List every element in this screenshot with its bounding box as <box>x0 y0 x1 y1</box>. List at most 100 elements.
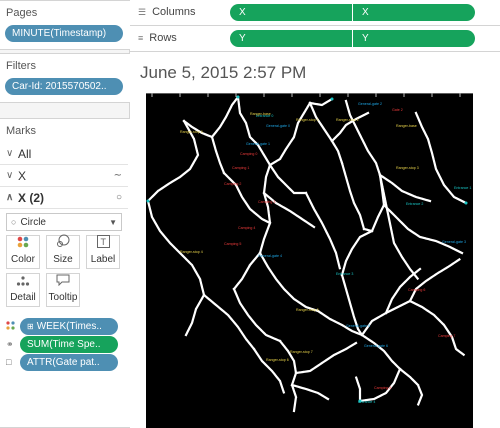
tooltip-button[interactable]: Tooltip <box>46 273 80 307</box>
size-small-icon: ⚭ <box>6 338 14 349</box>
circle-mark-icon: ○ <box>115 192 122 203</box>
map-location-label: Gate 2 <box>392 108 403 112</box>
chevron-up-icon: ∧ <box>6 192 14 203</box>
map-location-label: General-gate 4 <box>258 254 282 258</box>
chevron-down-icon: ∨ <box>6 170 14 181</box>
label-button[interactable]: T Label <box>86 235 120 269</box>
map-location-label: Entrance 4 <box>358 400 375 404</box>
filters-title: Filters <box>6 60 36 72</box>
map-location-label: Entrance 2 <box>406 202 423 206</box>
map-location-label: Ranger-stop 6 <box>266 358 289 362</box>
left-panel: Pages MINUTE(Timestamp) Filters Car-Id: … <box>0 0 130 428</box>
marks-x2-label: X (2) <box>18 190 45 205</box>
marks-all-label: All <box>18 146 32 161</box>
line-mark-icon: ∼ <box>113 170 122 181</box>
detail-button[interactable]: Detail <box>6 273 40 307</box>
map-location-label: General-gate 0 <box>266 124 290 128</box>
size-button-label: Size <box>53 254 73 265</box>
map-location-label: Ranger-stop 2 <box>336 118 359 122</box>
map-location-label: Camping 2 <box>224 182 241 186</box>
columns-label-text: Columns <box>152 6 196 18</box>
color-button[interactable]: Color <box>6 235 40 269</box>
map-location-label: General-gate 2 <box>358 102 382 106</box>
columns-pill-x1[interactable]: X <box>230 4 352 21</box>
sum-time-spent-pill[interactable]: SUM(Time Spe.. <box>20 335 118 353</box>
svg-text:T: T <box>100 237 106 247</box>
map-location-label: General-gate 6 <box>364 344 388 348</box>
map-location-label: Ranger-stop 7 <box>290 350 313 354</box>
rows-pill-y1[interactable]: Y <box>230 30 352 47</box>
map-location-label: Camping 6 <box>408 288 425 292</box>
color-button-label: Color <box>11 254 35 265</box>
map-location-label: Ranger-stop 0 <box>180 130 203 134</box>
map-location-label: Entrance 3 <box>336 272 353 276</box>
map-location-label: Camping 3 <box>258 200 275 204</box>
chevron-down-icon: ∨ <box>6 148 14 159</box>
marks-x-label: X <box>18 168 27 183</box>
marks-x2-row[interactable]: ∧ X (2) ○ <box>0 187 128 209</box>
size-icon <box>56 234 70 251</box>
map-location-label: Ranger-stop 1 <box>296 118 319 122</box>
map-label-layer: Entrance 0General-gate 0Ranger-stop 0Ran… <box>180 102 471 404</box>
map-location-label: Ranger-base <box>250 112 271 116</box>
detail-button-label: Detail <box>10 292 36 303</box>
rows-pill-y2[interactable]: Y <box>353 30 475 47</box>
size-button[interactable]: Size <box>46 234 80 269</box>
color-field-row[interactable]: ⊞ WEEK(Times.. <box>6 317 118 335</box>
plus-box-icon: ⊞ <box>27 321 34 331</box>
attr-gate-path-pill[interactable]: ATTR(Gate pat.. <box>20 353 118 371</box>
color-dots-small-icon <box>6 320 20 332</box>
week-timestamp-pill[interactable]: ⊞ WEEK(Times.. <box>20 317 118 335</box>
pages-title: Pages <box>6 7 38 19</box>
map-location-label: Camping 8 <box>374 386 391 390</box>
map-location-label: General-gate 1 <box>246 142 270 146</box>
marks-x-row[interactable]: ∨ X ∼ <box>0 165 128 187</box>
mark-type-dropdown[interactable]: ○ Circle ▼ <box>6 213 122 231</box>
label-button-label: Label <box>90 254 116 265</box>
columns-label: ☰ Columns <box>138 6 195 18</box>
map-location-label: General-gate 5 <box>346 324 370 328</box>
map-location-label: Ranger-stop 4 <box>180 250 203 254</box>
map-location-label: Camping 1 <box>232 166 249 170</box>
top-axis-ticks <box>146 93 473 97</box>
rows-shelf: ≡ Rows Y Y <box>130 26 500 52</box>
size-field-row[interactable]: ⚭ SUM(Time Spe.. <box>6 335 118 353</box>
rows-icon: ≡ <box>138 33 144 43</box>
detail-dots-icon <box>16 275 30 289</box>
tooltip-field-row[interactable]: □ ATTR(Gate pat.. <box>6 353 118 371</box>
map-location-label: Camping 0 <box>240 152 257 156</box>
filters-card: Filters Car-Id: 2015570502.. <box>0 53 130 103</box>
filter-pill[interactable]: Car-Id: 2015570502.. <box>5 78 123 95</box>
rows-label-text: Rows <box>149 32 177 44</box>
rows-label: ≡ Rows <box>138 32 177 44</box>
view-title: June 5, 2015 2:57 PM <box>140 63 307 82</box>
map-location-label: General-gate 3 <box>442 240 466 244</box>
mark-type-value: Circle <box>20 216 46 228</box>
map-location-label: Camping 7 <box>438 334 455 338</box>
map-view[interactable]: Entrance 0 General-gate 0 Ranger-stop 0 Ran… <box>146 93 473 428</box>
pages-pill[interactable]: MINUTE(Timestamp) <box>5 25 123 42</box>
map-location-label: Ranger-stop 3 <box>396 166 419 170</box>
dropdown-arrow-icon: ▼ <box>109 217 117 227</box>
color-dots-icon <box>17 236 29 251</box>
map-location-label: Ranger-base <box>396 124 417 128</box>
road-network <box>146 95 468 413</box>
tooltip-small-icon: □ <box>6 357 12 367</box>
circle-icon: ○ <box>11 217 17 227</box>
columns-shelf: ☰ Columns X X <box>130 0 500 26</box>
week-timestamp-label: WEEK(Times.. <box>36 320 102 332</box>
map-location-label: Ranger-stop 5 <box>296 308 319 312</box>
map-location-label: Camping 4 <box>238 226 255 230</box>
columns-icon: ☰ <box>138 7 147 17</box>
text-label-icon: T <box>96 235 110 251</box>
tooltip-button-label: Tooltip <box>48 292 78 303</box>
tooltip-bubble-icon <box>56 274 70 289</box>
columns-pill-x2[interactable]: X <box>353 4 475 21</box>
road-map-svg: Entrance 0General-gate 0Ranger-stop 0Ran… <box>146 93 473 413</box>
pages-card: Pages MINUTE(Timestamp) <box>0 0 130 50</box>
marks-all-row[interactable]: ∨ All <box>0 143 128 165</box>
map-location-label: Entrance 1 <box>454 186 471 190</box>
marks-title: Marks <box>6 125 36 137</box>
map-location-label: Camping 5 <box>224 242 241 246</box>
marks-card: Marks ∨ All ∨ X ∼ ∧ X (2) ○ ○ Circle ▼ C… <box>0 118 130 428</box>
